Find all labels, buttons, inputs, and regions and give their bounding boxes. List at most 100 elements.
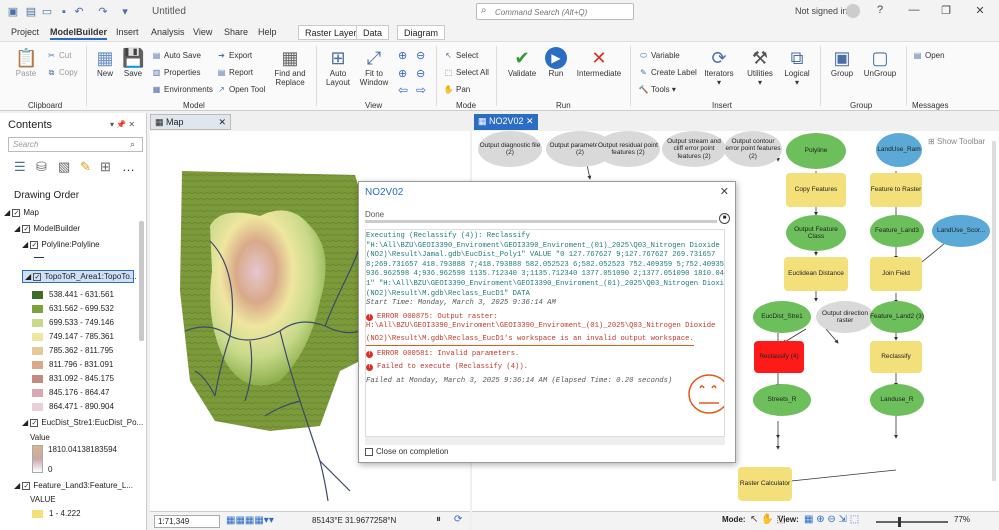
variable-button[interactable]: ⬭ Variable xyxy=(638,51,680,61)
command-search-input[interactable] xyxy=(495,6,631,18)
list-by-snapping-icon[interactable]: ⊞ xyxy=(100,159,111,175)
zoom-slider[interactable] xyxy=(876,517,948,527)
node-landuse-r[interactable]: Landuse_R xyxy=(870,384,924,416)
contents-search-input[interactable]: Search xyxy=(8,137,143,152)
node-eucdist-stre1[interactable]: EucDist_Stre1 xyxy=(753,301,811,333)
tab-raster-layer[interactable]: Raster Layer xyxy=(298,25,364,40)
undo-icon[interactable]: ↶ xyxy=(72,5,86,19)
mb-vertical-scrollbar[interactable] xyxy=(992,141,996,481)
export-button[interactable]: ➔ Export xyxy=(216,51,252,60)
open-project-icon[interactable]: ▭ xyxy=(40,5,54,19)
logical-button[interactable]: ⧉ Logical ▾ xyxy=(780,47,814,87)
auto-layout-button[interactable]: ⊞ Auto Layout xyxy=(322,47,354,87)
list-by-selection-icon[interactable]: ▧ xyxy=(58,159,70,175)
error-581[interactable]: ! ERROR 000581: Invalid parameters. xyxy=(366,350,724,360)
tab-view[interactable]: View xyxy=(193,27,212,37)
report-button[interactable]: ▤ Report xyxy=(216,68,253,77)
copy-button[interactable]: ⧉ Copy xyxy=(46,68,78,78)
save-model-button[interactable]: 💾 Save xyxy=(120,47,146,78)
tab-share[interactable]: Share xyxy=(224,27,248,37)
dialog-close-icon[interactable]: ✕ xyxy=(720,185,729,198)
intermediate-button[interactable]: ✕ Intermediate xyxy=(574,47,624,78)
refresh-icon[interactable]: ⟳ xyxy=(454,514,462,525)
tab-modelbuilder-view[interactable]: ▦ NO2V02 ✕ xyxy=(474,114,538,130)
command-search[interactable]: ⌕ xyxy=(476,3,634,20)
tab-project[interactable]: Project xyxy=(11,27,39,37)
group-button[interactable]: ▣ Group xyxy=(826,47,858,78)
find-replace-button[interactable]: ▦ Find and Replace xyxy=(272,47,308,87)
node-reclassify-4[interactable]: Reclassify (4) xyxy=(754,341,804,373)
node-output-contour[interactable]: Output contour error point features (2) xyxy=(724,131,782,167)
properties-button[interactable]: ▥ Properties xyxy=(151,68,201,77)
help-button[interactable]: ? xyxy=(872,4,888,18)
more-icon[interactable]: … xyxy=(122,159,135,174)
node-streets-r[interactable]: Streets_R xyxy=(753,384,811,416)
forward-icon[interactable]: ⇨ xyxy=(416,83,426,97)
run-button[interactable]: ▶ Run xyxy=(540,47,572,78)
fixed-zoom-out-icon[interactable]: ⊖ xyxy=(416,67,425,80)
zoom-out-icon[interactable]: ⊖ xyxy=(416,49,425,62)
cut-button[interactable]: ✂ Cut xyxy=(46,51,71,60)
select-button[interactable]: ↖ Select xyxy=(443,51,478,60)
close-window-button[interactable]: ✕ xyxy=(972,4,988,18)
validate-button[interactable]: ✔ Validate xyxy=(504,47,540,78)
fixed-zoom-icon[interactable]: ⊕ xyxy=(398,67,407,80)
save-icon[interactable]: ▪ xyxy=(57,5,71,19)
layer-topo[interactable]: ◢ ✓ TopoToR_Area1:TopoTo... xyxy=(22,270,136,283)
pan-button[interactable]: ✋ Pan xyxy=(443,85,471,94)
tab-data[interactable]: Data xyxy=(356,25,390,40)
list-by-drawing-order-icon[interactable]: ☰ xyxy=(14,159,26,175)
node-reclassify[interactable]: Reclassify xyxy=(870,341,922,373)
node-feature-to-raster[interactable]: Feature to Raster xyxy=(870,173,922,207)
sign-in-status[interactable]: Not signed in xyxy=(795,6,848,16)
customize-icon[interactable]: ▾ xyxy=(118,5,132,19)
node-polyline[interactable]: Polyline xyxy=(786,133,846,169)
autosave-button[interactable]: ▤ Auto Save xyxy=(151,51,201,60)
back-icon[interactable]: ⇦ xyxy=(398,83,408,97)
show-toolbar-button[interactable]: ⊞ Show Toolbar xyxy=(928,137,985,146)
redo-icon[interactable]: ↷ xyxy=(96,5,110,19)
layer-modelbuilder[interactable]: ◢ ✓ ModelBuilder xyxy=(14,224,80,233)
fit-window-button[interactable]: ⤢ Fit to Window xyxy=(358,47,390,87)
open-messages-button[interactable]: ▤ Open xyxy=(912,51,945,60)
utilities-button[interactable]: ⚒ Utilities ▾ xyxy=(742,47,778,87)
contents-scrollbar[interactable] xyxy=(139,221,144,341)
close-on-completion-checkbox[interactable]: Close on completion xyxy=(365,447,448,456)
tab-analysis[interactable]: Analysis xyxy=(151,27,185,37)
node-euclidean-distance[interactable]: Euclidean Distance xyxy=(784,257,848,291)
node-raster-calculator[interactable]: Raster Calculator xyxy=(738,467,792,501)
ungroup-button[interactable]: ▢ UnGroup xyxy=(860,47,900,78)
node-landuse-ram[interactable]: LandUse_Ram xyxy=(876,133,922,167)
map-tools-icons[interactable]: ▦▦▦▦▾▾ xyxy=(226,515,274,526)
tab-map-view[interactable]: ▦ Map ✕ xyxy=(150,114,231,130)
tab-help[interactable]: Help xyxy=(258,27,277,37)
dialog-horizontal-scrollbar[interactable] xyxy=(365,437,725,445)
pane-options-icon[interactable]: ▾ 📌 ✕ xyxy=(110,120,135,129)
minimize-button[interactable]: — xyxy=(906,4,922,18)
error-875[interactable]: ! ERROR 000875: Output raster: xyxy=(366,313,724,323)
view-icons[interactable]: ▦ ⊕ ⊖ ⇲ ⬚ xyxy=(804,514,859,525)
layer-feature-land3[interactable]: ◢ ✓ Feature_Land3:Feature_L... xyxy=(14,481,133,490)
node-landuse-scor[interactable]: LandUse_Scor... xyxy=(932,215,990,247)
cancel-icon[interactable]: ■ xyxy=(719,213,730,224)
node-copy-features[interactable]: Copy Features xyxy=(786,173,846,207)
pause-icon[interactable]: ⏸ xyxy=(436,514,441,525)
new-model-button[interactable]: ▦ New xyxy=(92,47,118,78)
scale-dropdown[interactable]: 1:71,349 xyxy=(154,515,220,528)
node-output-direction-raster[interactable]: Output direction raster xyxy=(816,301,874,333)
tab-diagram[interactable]: Diagram xyxy=(397,25,446,40)
layer-eucdist[interactable]: ◢ ✓ EucDist_Stre1:EucDist_Po... xyxy=(22,418,143,427)
tab-insert[interactable]: Insert xyxy=(116,27,139,37)
environments-button[interactable]: ▦ Environments xyxy=(151,85,213,94)
list-by-source-icon[interactable]: ⛁ xyxy=(36,159,47,175)
layer-map[interactable]: ◢ ✓ Map xyxy=(4,208,39,217)
maximize-button[interactable]: ❐ xyxy=(938,4,954,18)
node-join-field[interactable]: Join Field xyxy=(870,257,922,291)
iterators-button[interactable]: ⟳ Iterators ▾ xyxy=(700,47,738,87)
node-feature-land2[interactable]: Feature_Land2 (3) xyxy=(870,301,924,333)
list-by-editing-icon[interactable]: ✎ xyxy=(80,159,91,175)
node-output-stream[interactable]: Output stream and cliff error point feat… xyxy=(662,131,726,167)
layer-polyline[interactable]: ◢ ✓ Polyline:Polyline xyxy=(22,240,100,249)
select-all-button[interactable]: ⬚ Select All xyxy=(443,68,489,77)
create-label-button[interactable]: ✎ Create Label xyxy=(638,68,697,77)
